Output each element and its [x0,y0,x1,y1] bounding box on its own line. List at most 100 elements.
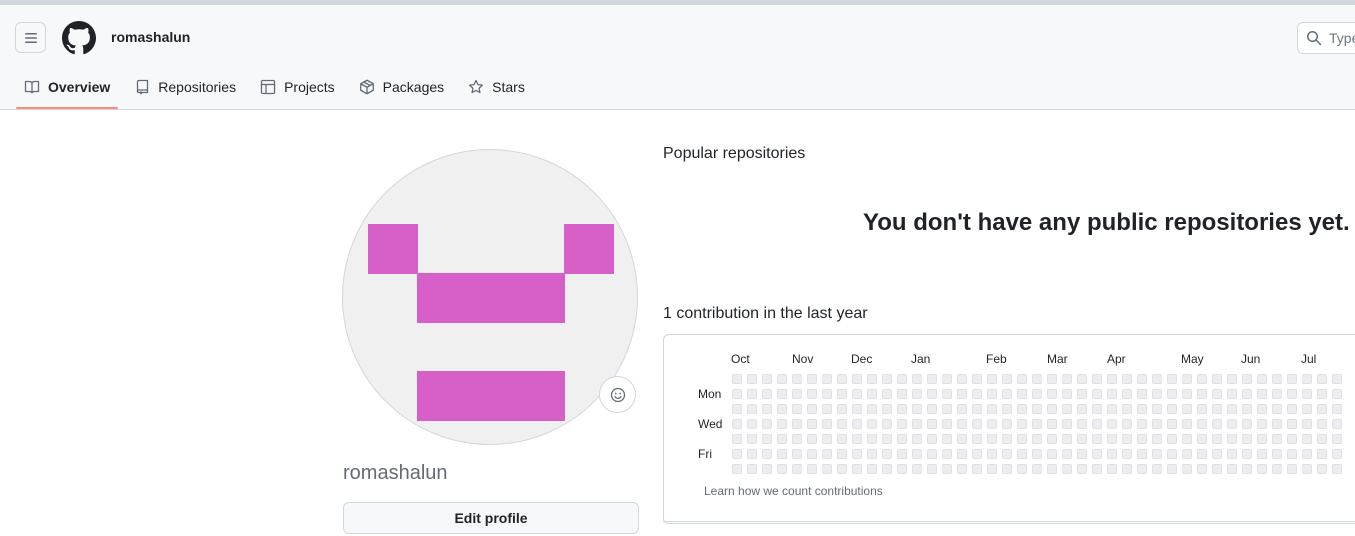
contribution-day-cell[interactable] [1107,374,1117,384]
contribution-day-cell[interactable] [1242,419,1252,429]
contribution-day-cell[interactable] [1017,464,1027,474]
contribution-day-cell[interactable] [1047,449,1057,459]
contribution-day-cell[interactable] [1272,464,1282,474]
contribution-day-cell[interactable] [957,434,967,444]
contribution-day-cell[interactable] [747,419,757,429]
contribution-day-cell[interactable] [1212,464,1222,474]
contribution-day-cell[interactable] [1137,404,1147,414]
contribution-day-cell[interactable] [807,374,817,384]
contribution-day-cell[interactable] [1272,389,1282,399]
contribution-day-cell[interactable] [942,419,952,429]
contribution-day-cell[interactable] [1332,464,1342,474]
contribution-day-cell[interactable] [1197,374,1207,384]
contribution-day-cell[interactable] [1332,449,1342,459]
contribution-day-cell[interactable] [897,419,907,429]
contribution-day-cell[interactable] [777,419,787,429]
contribution-day-cell[interactable] [1107,419,1117,429]
contribution-day-cell[interactable] [867,464,877,474]
contribution-day-cell[interactable] [732,434,742,444]
contribution-day-cell[interactable] [942,374,952,384]
contribution-day-cell[interactable] [807,434,817,444]
contribution-day-cell[interactable] [1212,449,1222,459]
contribution-day-cell[interactable] [897,404,907,414]
contribution-day-cell[interactable] [1287,449,1297,459]
contribution-day-cell[interactable] [1047,464,1057,474]
contribution-day-cell[interactable] [882,434,892,444]
contribution-day-cell[interactable] [822,404,832,414]
contribution-day-cell[interactable] [1032,464,1042,474]
contribution-day-cell[interactable] [777,374,787,384]
contribution-day-cell[interactable] [1167,419,1177,429]
contribution-day-cell[interactable] [882,464,892,474]
contribution-day-cell[interactable] [762,419,772,429]
contribution-day-cell[interactable] [987,419,997,429]
contribution-day-cell[interactable] [1077,419,1087,429]
contribution-day-cell[interactable] [1032,374,1042,384]
contribution-day-cell[interactable] [792,464,802,474]
contribution-day-cell[interactable] [942,464,952,474]
contribution-day-cell[interactable] [1047,434,1057,444]
contribution-day-cell[interactable] [1122,434,1132,444]
contribution-day-cell[interactable] [1002,464,1012,474]
contribution-day-cell[interactable] [927,434,937,444]
contribution-day-cell[interactable] [1302,434,1312,444]
contribution-day-cell[interactable] [1197,404,1207,414]
contribution-day-cell[interactable] [1242,389,1252,399]
contribution-day-cell[interactable] [1122,404,1132,414]
contribution-day-cell[interactable] [1227,449,1237,459]
contribution-day-cell[interactable] [807,464,817,474]
contribution-day-cell[interactable] [912,404,922,414]
contribution-day-cell[interactable] [837,449,847,459]
contribution-day-cell[interactable] [897,389,907,399]
contribution-day-cell[interactable] [1167,449,1177,459]
contribution-day-cell[interactable] [1272,404,1282,414]
contribution-day-cell[interactable] [1137,449,1147,459]
contribution-day-cell[interactable] [972,449,982,459]
contribution-day-cell[interactable] [762,434,772,444]
contribution-day-cell[interactable] [1047,374,1057,384]
contribution-day-cell[interactable] [1137,419,1147,429]
contribution-day-cell[interactable] [912,419,922,429]
contribution-day-cell[interactable] [1272,434,1282,444]
contribution-day-cell[interactable] [1242,404,1252,414]
contribution-day-cell[interactable] [972,464,982,474]
contribution-day-cell[interactable] [1002,389,1012,399]
contribution-day-cell[interactable] [1032,419,1042,429]
contribution-day-cell[interactable] [747,404,757,414]
contribution-day-cell[interactable] [747,464,757,474]
contribution-day-cell[interactable] [972,404,982,414]
contribution-day-cell[interactable] [837,419,847,429]
contribution-day-cell[interactable] [867,374,877,384]
contribution-day-cell[interactable] [1152,434,1162,444]
contribution-day-cell[interactable] [1272,374,1282,384]
contribution-day-cell[interactable] [792,374,802,384]
contribution-day-cell[interactable] [732,374,742,384]
contribution-day-cell[interactable] [1017,374,1027,384]
contribution-day-cell[interactable] [747,434,757,444]
contribution-day-cell[interactable] [777,434,787,444]
contribution-day-cell[interactable] [1227,434,1237,444]
contribution-day-cell[interactable] [1182,449,1192,459]
contribution-day-cell[interactable] [792,449,802,459]
contribution-day-cell[interactable] [1107,464,1117,474]
contribution-day-cell[interactable] [1107,389,1117,399]
contribution-day-cell[interactable] [1137,434,1147,444]
contribution-day-cell[interactable] [1242,374,1252,384]
contribution-day-cell[interactable] [1017,419,1027,429]
contribution-day-cell[interactable] [1287,464,1297,474]
contribution-day-cell[interactable] [882,404,892,414]
contribution-day-cell[interactable] [1242,449,1252,459]
contribution-day-cell[interactable] [987,404,997,414]
contribution-day-cell[interactable] [1182,374,1192,384]
contribution-day-cell[interactable] [807,419,817,429]
contribution-day-cell[interactable] [957,449,967,459]
contribution-day-cell[interactable] [852,464,862,474]
contribution-day-cell[interactable] [1332,419,1342,429]
contribution-day-cell[interactable] [732,449,742,459]
contribution-day-cell[interactable] [1107,434,1117,444]
contribution-day-cell[interactable] [1167,389,1177,399]
contribution-day-cell[interactable] [927,449,937,459]
contribution-day-cell[interactable] [1272,449,1282,459]
contribution-day-cell[interactable] [972,389,982,399]
contribution-day-cell[interactable] [852,419,862,429]
